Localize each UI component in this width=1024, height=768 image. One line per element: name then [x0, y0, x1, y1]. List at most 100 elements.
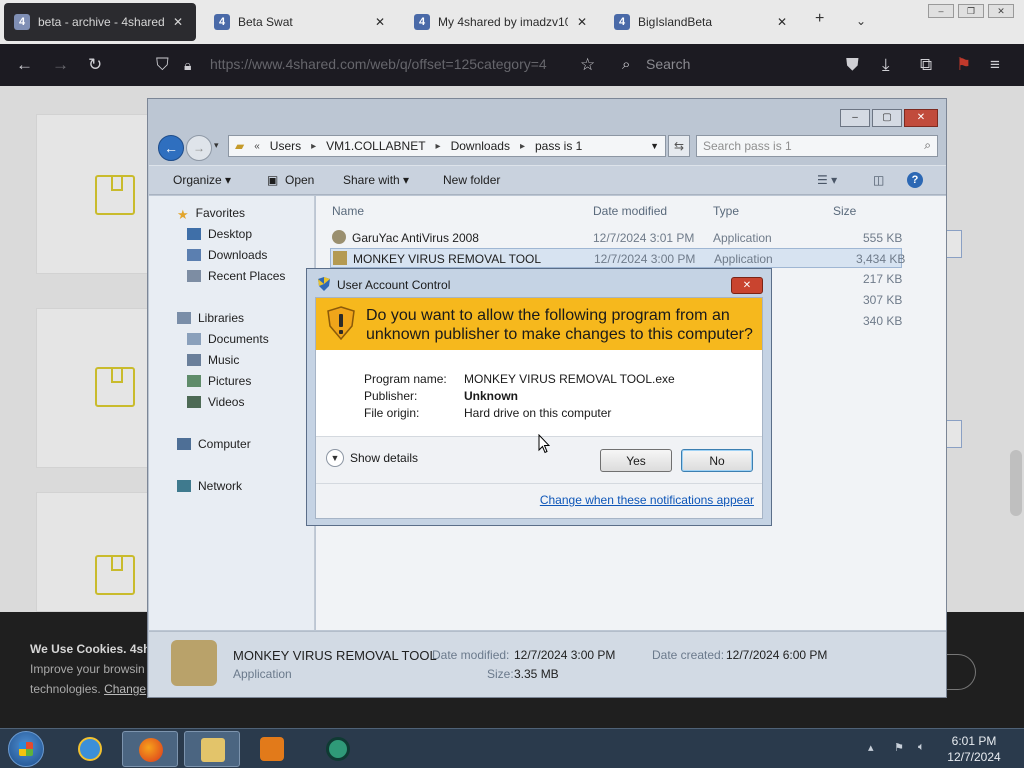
show-details-toggle[interactable]: ▼ Show details	[326, 449, 418, 467]
tab-beta-swat[interactable]: 4 Beta Swat ✕	[204, 3, 398, 41]
cookie-change-link[interactable]: Change	[104, 682, 146, 696]
organize-button[interactable]: Organize ▾	[173, 173, 231, 187]
breadcrumb-user[interactable]: VM1.COLLABNET	[326, 139, 425, 153]
taskbar-internet-explorer[interactable]	[62, 731, 118, 767]
chevron-down-icon[interactable]: ▼	[650, 141, 659, 151]
start-button[interactable]	[8, 731, 44, 767]
nav-network[interactable]: Network	[177, 479, 242, 493]
refresh-icon[interactable]: ⇆	[668, 135, 690, 157]
nav-pictures[interactable]: Pictures	[187, 374, 251, 388]
nav-favorites[interactable]: ★ Favorites	[177, 206, 245, 222]
no-button[interactable]: No	[681, 449, 753, 472]
restore-icon[interactable]: ❐	[958, 4, 984, 18]
flag-icon[interactable]: ⚑	[894, 741, 904, 754]
forward-arrow-icon[interactable]: →	[186, 135, 212, 161]
new-tab-icon[interactable]: +	[815, 10, 824, 28]
url-field[interactable]: https://www.4shared.com/web/q/offset=125…	[210, 56, 570, 72]
search-input[interactable]: Search pass is 1 ⌕	[696, 135, 938, 157]
close-icon[interactable]: ✕	[904, 109, 938, 127]
cookie-text: Improve your browsin	[30, 662, 145, 676]
close-window-icon[interactable]: ✕	[988, 4, 1014, 18]
notification-settings-link[interactable]: Change when these notifications appear	[540, 493, 754, 507]
clock-time: 6:01 PM	[951, 734, 997, 748]
volume-icon[interactable]: 🔈︎	[918, 741, 925, 754]
help-icon[interactable]: ?	[907, 172, 923, 188]
tab-my-4shared[interactable]: 4 My 4shared by imadzv10 - ✕	[404, 3, 600, 41]
tray-chevron-icon[interactable]: ▴	[868, 741, 874, 754]
taskbar-app[interactable]	[310, 731, 366, 767]
tab-beta-archive[interactable]: 4 beta - archive - 4shared.c ✕	[4, 3, 196, 41]
yes-button[interactable]: Yes	[600, 449, 672, 472]
breadcrumb-folder[interactable]: pass is 1	[535, 139, 582, 153]
back-arrow-icon[interactable]: ←	[16, 55, 33, 75]
extensions-icon[interactable]: ⧉	[920, 55, 932, 75]
column-header-name[interactable]: Name	[332, 204, 364, 218]
share-with-button[interactable]: Share with ▾	[343, 173, 409, 187]
tab-bigislandbeta[interactable]: 4 BigIslandBeta ✕	[604, 3, 800, 41]
page-scrollbar[interactable]	[1010, 450, 1022, 516]
chevron-right-icon[interactable]: ▸	[436, 141, 441, 152]
nav-computer[interactable]: Computer	[177, 437, 251, 451]
column-header-date[interactable]: Date modified	[593, 204, 667, 218]
program-name-label: Program name:	[364, 372, 447, 386]
back-arrow-icon[interactable]: ←	[158, 135, 184, 161]
navigation-pane: ★ Favorites Desktop Downloads Recent Pla…	[149, 196, 315, 630]
minimize-icon[interactable]: ‒	[840, 109, 870, 127]
close-icon[interactable]: ✕	[372, 15, 388, 29]
internet-explorer-icon	[78, 737, 102, 761]
file-size: 3,434 KB	[856, 252, 906, 266]
taskbar-media-player[interactable]	[244, 731, 300, 767]
new-folder-button[interactable]: New folder	[443, 173, 500, 187]
uac-question: Do you want to allow the following progr…	[366, 307, 753, 343]
reload-icon[interactable]: ↻	[88, 55, 102, 75]
nav-libraries[interactable]: Libraries	[177, 311, 244, 325]
close-icon[interactable]: ✕	[774, 15, 790, 29]
file-card[interactable]	[36, 492, 150, 612]
minimize-icon[interactable]: ‒	[928, 4, 954, 18]
nav-videos[interactable]: Videos	[187, 395, 244, 409]
forward-arrow-icon[interactable]: →	[52, 55, 69, 75]
breadcrumb-downloads[interactable]: Downloads	[451, 139, 510, 153]
bookmark-star-icon[interactable]: ☆	[580, 55, 595, 75]
clock[interactable]: 6:01 PM 12/7/2024	[944, 733, 1004, 765]
menu-icon[interactable]: ≡	[990, 55, 1000, 75]
close-icon[interactable]: ✕	[170, 15, 186, 29]
address-bar[interactable]: ▰ « Users ▸ VM1.COLLABNET ▸ Downloads ▸ …	[228, 135, 666, 157]
preview-pane-icon[interactable]: ◫	[873, 173, 884, 187]
column-header-type[interactable]: Type	[713, 204, 739, 218]
file-row[interactable]: GaruYac AntiVirus 2008 12/7/2024 3:01 PM…	[330, 228, 902, 248]
chevron-right-icon[interactable]: ▸	[311, 141, 316, 152]
search-input[interactable]: Search	[646, 56, 690, 72]
download-icon[interactable]: ⤓	[882, 55, 890, 75]
close-icon[interactable]: ✕	[574, 15, 590, 29]
nav-label: Computer	[198, 437, 251, 451]
addon-icon[interactable]: ⚑	[956, 55, 971, 75]
breadcrumb-users[interactable]: Users	[270, 139, 301, 153]
close-icon[interactable]: ✕	[731, 277, 763, 294]
nav-documents[interactable]: Documents	[187, 332, 269, 346]
maximize-icon[interactable]: ▢	[872, 109, 902, 127]
open-icon: ▣	[267, 173, 279, 187]
taskbar-explorer[interactable]	[184, 731, 240, 767]
chevron-right-icon[interactable]: ▸	[520, 141, 525, 152]
pocket-icon[interactable]: ⛊	[846, 55, 859, 75]
uac-title: User Account Control	[337, 278, 451, 292]
open-button[interactable]: Open	[285, 173, 314, 187]
file-card[interactable]	[36, 308, 150, 468]
column-header-size[interactable]: Size	[833, 204, 856, 218]
file-row[interactable]: MONKEY VIRUS REMOVAL TOOL 12/7/2024 3:00…	[330, 248, 906, 268]
tab-list-chevron-icon[interactable]: ⌄	[856, 14, 866, 28]
nav-recent-places[interactable]: Recent Places	[187, 269, 285, 283]
nav-music[interactable]: Music	[187, 353, 239, 367]
file-card[interactable]	[36, 114, 150, 274]
shield-icon[interactable]: ⛉	[156, 55, 169, 75]
nav-downloads[interactable]: Downloads	[187, 248, 267, 262]
breadcrumb-overflow-icon[interactable]: «	[254, 141, 260, 152]
view-options-icon[interactable]: ☰ ▾	[817, 173, 837, 187]
mouse-cursor-icon	[538, 434, 550, 454]
4shared-favicon-icon: 4	[614, 14, 630, 30]
lock-icon[interactable]: 🔒︎	[184, 55, 191, 75]
taskbar-firefox[interactable]	[122, 731, 178, 767]
nav-desktop[interactable]: Desktop	[187, 227, 252, 241]
history-dropdown-icon[interactable]: ▾	[214, 140, 219, 151]
